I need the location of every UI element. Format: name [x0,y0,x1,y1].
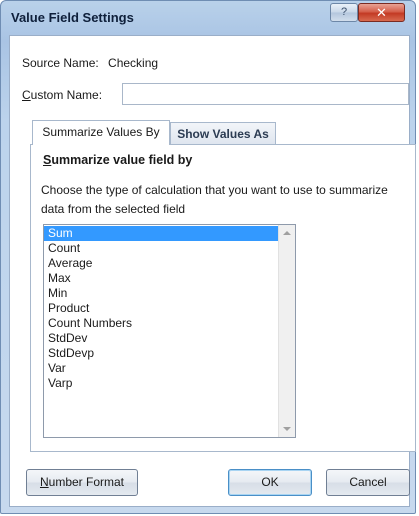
list-item-average[interactable]: Average [44,256,280,271]
calculation-listbox[interactable]: Sum Count Average Max Min Product Count Number… [43,224,296,438]
list-item-max[interactable]: Max [44,271,280,286]
custom-name-input[interactable] [122,83,409,105]
dialog-window: Value Field Settings ? ✕ Source Name: Ch… [0,0,416,514]
list-item-count-numbers[interactable]: Count Numbers [44,316,280,331]
close-button[interactable]: ✕ [358,3,405,22]
number-format-accesskey: N [39,475,49,489]
list-item-varp[interactable]: Varp [44,376,280,391]
custom-name-accesskey: C [22,88,31,102]
scroll-up-icon[interactable] [283,231,291,235]
source-name-label: Source Name: [22,56,99,70]
listbox-scrollbar[interactable] [278,225,295,437]
scroll-down-icon[interactable] [283,427,291,431]
title-bar[interactable]: Value Field Settings ? ✕ [1,1,415,35]
dialog-body: Source Name: Checking Custom Name: Summa… [9,35,416,507]
number-format-label: umber Format [48,475,125,489]
list-item-sum[interactable]: Sum [44,226,280,241]
calculation-options: Sum Count Average Max Min Product Count Number… [44,226,280,391]
section-title-text: ummarize value field by [51,153,193,167]
list-item-min[interactable]: Min [44,286,280,301]
list-item-stddevp[interactable]: StdDevp [44,346,280,361]
list-item-product[interactable]: Product [44,301,280,316]
list-item-var[interactable]: Var [44,361,280,376]
section-description: Choose the type of calculation that you … [41,183,388,216]
summarize-panel: Summarize value field by Choose the type… [30,144,416,452]
list-item-count[interactable]: Count [44,241,280,256]
source-name-row: Source Name: Checking [22,56,158,70]
cancel-button[interactable]: Cancel [326,469,410,496]
custom-name-label: Custom Name: [22,88,102,102]
number-format-button[interactable]: Number Format [26,469,138,496]
source-name-value: Checking [108,56,159,70]
section-title: Summarize value field by [43,153,192,167]
help-button[interactable]: ? [330,3,358,22]
tab-show-values-as[interactable]: Show Values As [170,122,276,146]
help-icon: ? [340,6,348,18]
dialog-title: Value Field Settings [11,10,134,25]
tab-summarize-values-by[interactable]: Summarize Values By [32,120,170,145]
close-icon: ✕ [376,5,387,20]
list-item-stddev[interactable]: StdDev [44,331,280,346]
ok-button[interactable]: OK [228,469,312,496]
custom-name-label-text: ustom Name: [30,88,103,102]
